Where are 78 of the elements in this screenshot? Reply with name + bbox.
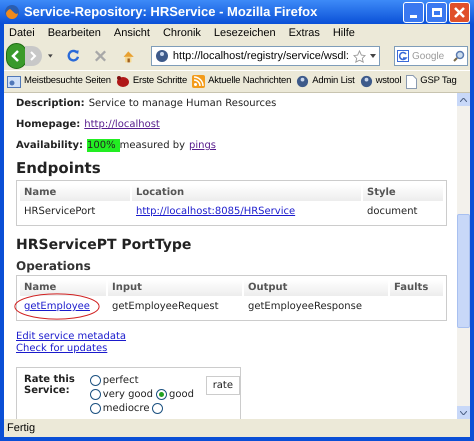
bookmark[interactable]: Erste Schritte	[116, 74, 188, 89]
forward-button[interactable]	[24, 46, 42, 66]
section-heading: Endpoints	[16, 158, 102, 178]
field-label: Homepage:	[16, 118, 80, 131]
reload-icon[interactable]	[66, 48, 80, 64]
home-icon[interactable]	[122, 48, 135, 64]
bug-icon	[116, 75, 130, 88]
radio-label: perfect	[102, 374, 138, 387]
globe-icon	[360, 75, 373, 88]
radio-label: very good	[102, 388, 154, 401]
radio-button[interactable]	[156, 389, 168, 400]
status-text: Fertig	[7, 420, 36, 436]
table-cell: getEmployeeRequest	[112, 301, 219, 312]
page-icon	[406, 74, 418, 88]
menu-item[interactable]: Chronik	[162, 24, 201, 42]
feed-icon	[192, 75, 206, 88]
dropdown-icon[interactable]	[370, 54, 376, 58]
field-label: Description:	[16, 97, 85, 110]
measured-text: measured by	[120, 139, 185, 152]
close-icon	[454, 6, 465, 18]
address-bar[interactable]: http://localhost/registry/service/wsdl:	[150, 46, 380, 66]
column-header: Name	[20, 279, 106, 296]
column-header: Faults	[390, 279, 443, 296]
menu-item[interactable]: Ansicht	[114, 24, 150, 42]
link[interactable]: Check for updates	[16, 343, 108, 355]
bookmark[interactable]: GSP Tag	[406, 74, 457, 89]
column-header: Style	[363, 184, 443, 201]
field-label: Availability:	[16, 139, 83, 152]
search-field[interactable]: Google	[412, 48, 450, 64]
pings-link[interactable]: pings	[189, 139, 216, 152]
window-icon	[7, 76, 21, 88]
menu-item[interactable]: Bearbeiten	[48, 24, 101, 42]
homepage-link[interactable]: http://localhost	[84, 118, 160, 131]
scroll-up-icon[interactable]	[460, 98, 467, 102]
bookmark[interactable]: Admin List	[296, 74, 355, 89]
globe-icon	[296, 75, 310, 88]
radio-label: mediocre	[102, 402, 150, 415]
star-icon[interactable]	[353, 50, 366, 62]
table-cell: getEmployeeResponse	[248, 301, 362, 312]
subsection-heading: Operations	[16, 259, 92, 274]
search-icon[interactable]	[453, 50, 465, 62]
rate-button[interactable]: rate	[206, 376, 240, 395]
minimize-button[interactable]	[403, 2, 424, 22]
close-button[interactable]	[449, 2, 470, 22]
radio-label: good	[169, 388, 194, 401]
maximize-button[interactable]	[426, 2, 447, 22]
scrollbar[interactable]	[457, 93, 470, 419]
scroll-down-icon[interactable]	[460, 410, 467, 414]
radio-button[interactable]	[152, 403, 164, 414]
radio-button[interactable]	[90, 375, 101, 386]
search-engine-icon[interactable]	[397, 50, 409, 62]
bookmark[interactable]: wstool	[360, 74, 402, 89]
back-button[interactable]	[6, 43, 27, 69]
availability-badge: 100%	[87, 139, 120, 152]
window-title: Service-Repository: HRService - Mozilla Firefox	[24, 3, 318, 22]
menu-item[interactable]: Lesezeichen	[214, 24, 276, 42]
column-header: Name	[20, 184, 130, 201]
table-cell: document	[367, 206, 418, 217]
rating-label: Rate this Service:	[24, 374, 76, 396]
description-text: Service to manage Human Resources	[88, 97, 276, 110]
radio-button[interactable]	[90, 403, 101, 414]
menu-item[interactable]: Datei	[9, 24, 35, 42]
link[interactable]: Edit service metadata	[16, 331, 126, 343]
column-header: Input	[108, 279, 242, 296]
bookmark[interactable]: Aktuelle Nachrichten	[192, 74, 292, 89]
browser-logo-icon	[4, 4, 20, 20]
menu-item[interactable]: Hilfe	[332, 24, 355, 42]
radio-button[interactable]	[90, 389, 101, 400]
search-box[interactable]: Google	[394, 46, 468, 66]
column-header: Output	[244, 279, 388, 296]
globe-icon	[154, 49, 169, 63]
section-heading: HRServicePT PortType	[16, 236, 192, 255]
endpoint-link[interactable]: http://localhost:8085/HRService	[136, 206, 296, 217]
column-header: Location	[132, 184, 361, 201]
dropdown-icon[interactable]	[48, 54, 53, 58]
menu-item[interactable]: Extras	[288, 24, 320, 42]
table-cell: HRServicePort	[24, 206, 96, 217]
bookmark[interactable]: Meistbesuchte Seiten	[7, 74, 111, 89]
